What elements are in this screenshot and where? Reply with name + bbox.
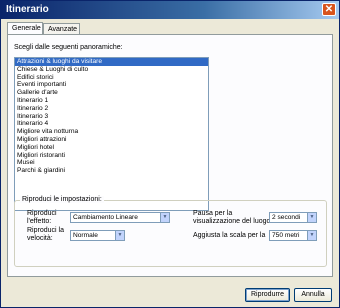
playback-settings-group: Riproduci le impostazioni: Riproduci l'e… — [14, 196, 327, 267]
itinerary-dialog: Itinerario ✕ Generale Avanzate Scegli da… — [0, 0, 340, 308]
group-title: Riproduci le impostazioni: — [20, 196, 104, 203]
list-item[interactable]: Itinerario 3 — [15, 113, 208, 121]
chevron-down-icon: ▼ — [160, 213, 169, 222]
list-item[interactable]: Attrazioni & luoghi da visitare — [15, 58, 208, 66]
window-title: Itinerario — [6, 4, 49, 15]
scale-label: Aggiusta la scala per la — [193, 232, 266, 239]
list-item[interactable]: Migliori ristoranti — [15, 152, 208, 160]
pause-value: 2 secondi — [272, 214, 301, 221]
close-button[interactable]: ✕ — [322, 3, 336, 16]
pause-label-line2: visualizzazione del luogo: — [193, 218, 273, 225]
panorama-listbox[interactable]: Attrazioni & luoghi da visitare Chiese & … — [14, 57, 209, 211]
pause-label-line1: Pausa per la — [193, 210, 233, 217]
effect-value: Cambiamento Lineare — [73, 214, 138, 221]
list-item[interactable]: Migliori attrazioni — [15, 136, 208, 144]
list-item[interactable]: Itinerario 1 — [15, 97, 208, 105]
cancel-button[interactable]: Annulla — [294, 288, 332, 302]
speed-label-line1: Riproduci la — [27, 227, 64, 234]
list-item[interactable]: Gallerie d'arte — [15, 89, 208, 97]
list-item[interactable]: Chiese & Luoghi di culto — [15, 66, 208, 74]
list-item[interactable]: Itinerario 4 — [15, 120, 208, 128]
list-item[interactable]: Migliore vita notturna — [15, 128, 208, 136]
effect-label-line1: Riproduci — [27, 210, 57, 217]
play-button[interactable]: Riprodurre — [245, 288, 290, 302]
effect-select[interactable]: Cambiamento Lineare ▼ — [70, 212, 170, 223]
chevron-down-icon: ▼ — [307, 231, 316, 240]
speed-label-line2: velocità: — [27, 235, 53, 242]
scale-value: 750 metri — [272, 232, 300, 239]
effect-label-line2: l'effetto: — [27, 218, 52, 225]
list-item[interactable]: Itinerario 2 — [15, 105, 208, 113]
general-panel: Scegli dalle seguenti panoramiche: Attra… — [7, 34, 333, 277]
list-item[interactable]: Eventi importanti — [15, 81, 208, 89]
list-item[interactable]: Migliori hotel — [15, 144, 208, 152]
panorama-heading: Scegli dalle seguenti panoramiche: — [14, 44, 123, 51]
close-icon: ✕ — [324, 4, 334, 15]
pause-select[interactable]: 2 secondi ▼ — [269, 212, 317, 223]
list-item[interactable]: Musei — [15, 159, 208, 167]
title-bar[interactable]: Itinerario ✕ — [1, 1, 339, 19]
speed-value: Normale — [73, 232, 98, 239]
speed-select[interactable]: Normale ▼ — [70, 230, 125, 241]
chevron-down-icon: ▼ — [115, 231, 124, 240]
list-item[interactable]: Edifici storici — [15, 74, 208, 82]
list-item[interactable]: Parchi & giardini — [15, 167, 208, 175]
chevron-down-icon: ▼ — [307, 213, 316, 222]
scale-select[interactable]: 750 metri ▼ — [269, 230, 317, 241]
